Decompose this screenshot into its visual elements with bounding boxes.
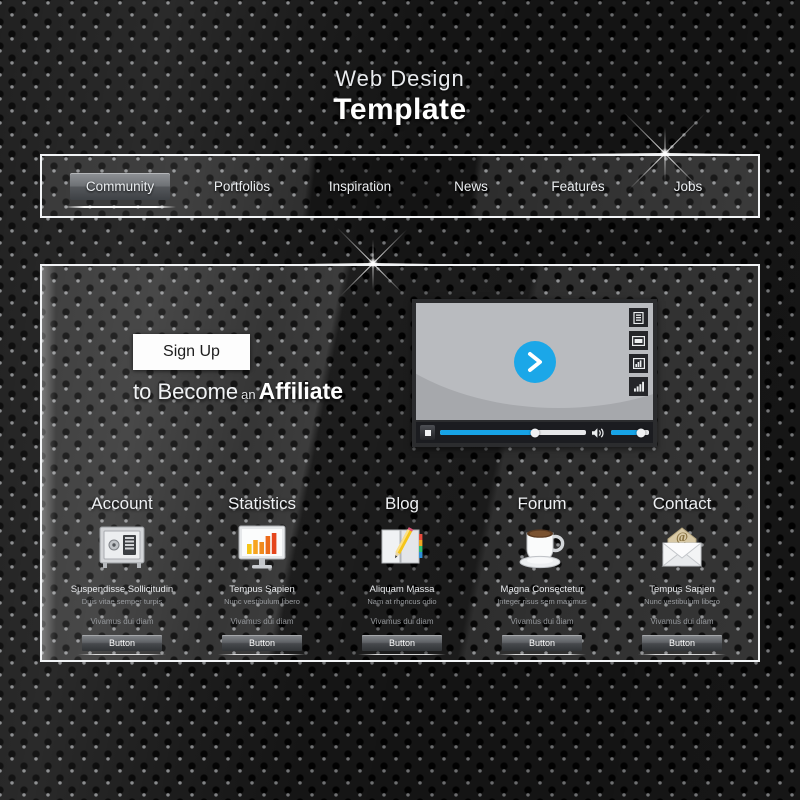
hd-badge-icon[interactable] [629, 331, 648, 350]
card-statistics: Statistics Tempus Sapien Nunc vestibulum… [192, 494, 332, 655]
card-contact-note: Vivamus dui diam [650, 616, 714, 626]
card-forum: Forum Magna Consectetur Integer risus se… [472, 494, 612, 655]
volume-slider[interactable] [611, 428, 649, 437]
nav-active-underline [64, 206, 176, 208]
card-forum-note: Vivamus dui diam [510, 616, 574, 626]
envelope-at-icon: @ [612, 522, 752, 574]
card-contact-subheading: Nunc vestibulum libero [644, 596, 720, 606]
card-blog-subheading: Nam at rhoncus odio [367, 596, 437, 606]
hero-tagline: to Become an Affiliate [133, 378, 343, 405]
card-forum-subheading: Integer risus sem maximus [497, 596, 587, 606]
card-button-underline [638, 653, 726, 655]
nav-item-features[interactable]: Features [530, 173, 626, 200]
card-forum-button[interactable]: Button [498, 634, 586, 655]
video-side-icon-group [629, 308, 648, 396]
signal-bars-icon[interactable] [629, 377, 648, 396]
nav-item-community-label: Community [85, 178, 155, 194]
card-blog-button-label: Button [388, 637, 416, 648]
hero-tagline-part2: an [241, 387, 256, 402]
image-quality-icon[interactable] [629, 354, 648, 373]
card-account-title: Account [91, 494, 153, 513]
card-account-heading: Suspendisse Sollicitudin [70, 584, 174, 595]
video-progress-fill [440, 430, 535, 435]
stop-icon[interactable] [420, 425, 435, 440]
card-contact-button-label: Button [668, 637, 696, 648]
navbar-items: Community Portfolios Inspiration News Fe… [42, 156, 758, 216]
video-player [412, 299, 657, 447]
nav-item-jobs[interactable]: Jobs [648, 173, 728, 200]
card-contact-heading: Tempus Sapien [649, 584, 715, 595]
playlist-icon[interactable] [629, 308, 648, 327]
hero-tagline-part3: Affiliate [258, 378, 343, 404]
video-progress-handle[interactable] [530, 428, 540, 437]
page-title-line2: Template [333, 93, 467, 126]
nav-item-community[interactable]: Community [64, 172, 176, 208]
stop-square [424, 429, 431, 436]
card-statistics-button-label: Button [248, 637, 276, 648]
page-title-line1: Web Design [335, 66, 465, 91]
nav-item-features-label: Features [551, 178, 605, 194]
card-account: Account Suspendisse Sollicitudin Duis vi… [52, 494, 192, 655]
feature-cards: Account Suspendisse Sollicitudin Duis vi… [52, 494, 752, 655]
card-contact-title: Contact [652, 494, 712, 513]
sign-up-button[interactable]: Sign Up [133, 334, 250, 370]
card-account-subheading: Duis vitae semper turpis [81, 596, 163, 606]
card-statistics-button[interactable]: Button [218, 634, 306, 655]
nav-item-news-label: News [454, 178, 488, 194]
coffee-cup-icon [472, 522, 612, 574]
nav-item-inspiration-label: Inspiration [328, 178, 392, 194]
card-contact: Contact @ Tempus Sapien Nunc vestibulum … [612, 494, 752, 655]
nav-item-news[interactable]: News [430, 173, 512, 200]
nav-item-jobs-label: Jobs [673, 178, 703, 194]
notebook-pencil-icon [332, 522, 472, 574]
card-blog: Blog Aliquam Massa Nam at rhoncus odio V… [332, 494, 472, 655]
nav-item-portfolios[interactable]: Portfolios [194, 173, 290, 200]
svg-text:@: @ [676, 529, 688, 544]
card-button-underline [218, 653, 306, 655]
card-forum-button-label: Button [528, 637, 556, 648]
page-title: Web Design Template [0, 68, 800, 125]
hero-tagline-part1: to Become [133, 379, 239, 404]
play-chevron-icon[interactable] [513, 340, 556, 383]
card-button-underline [78, 653, 166, 655]
card-blog-button[interactable]: Button [358, 634, 446, 655]
video-progress-slider[interactable] [440, 428, 586, 437]
card-account-button-label: Button [108, 637, 136, 648]
card-account-button[interactable]: Button [78, 634, 166, 655]
card-button-underline [358, 653, 446, 655]
volume-handle[interactable] [636, 428, 646, 437]
card-forum-heading: Magna Consectetur [500, 584, 584, 595]
nav-item-inspiration[interactable]: Inspiration [308, 173, 412, 200]
card-account-note: Vivamus dui diam [90, 616, 154, 626]
card-blog-heading: Aliquam Massa [369, 584, 435, 595]
video-control-bar [416, 422, 653, 443]
video-screen[interactable] [416, 303, 653, 420]
card-button-underline [498, 653, 586, 655]
safe-vault-icon [52, 522, 192, 574]
card-statistics-subheading: Nunc vestibulum libero [224, 596, 300, 606]
card-forum-title: Forum [517, 494, 567, 513]
card-blog-title: Blog [384, 494, 420, 513]
card-statistics-heading: Tempus Sapien [229, 584, 295, 595]
main-navigation-bar: Community Portfolios Inspiration News Fe… [40, 154, 760, 218]
speaker-icon[interactable] [591, 427, 606, 439]
card-statistics-title: Statistics [227, 494, 297, 513]
nav-item-portfolios-label: Portfolios [213, 178, 271, 194]
card-blog-note: Vivamus dui diam [370, 616, 434, 626]
monitor-chart-icon [192, 522, 332, 574]
card-contact-button[interactable]: Button [638, 634, 726, 655]
card-statistics-note: Vivamus dui diam [230, 616, 294, 626]
